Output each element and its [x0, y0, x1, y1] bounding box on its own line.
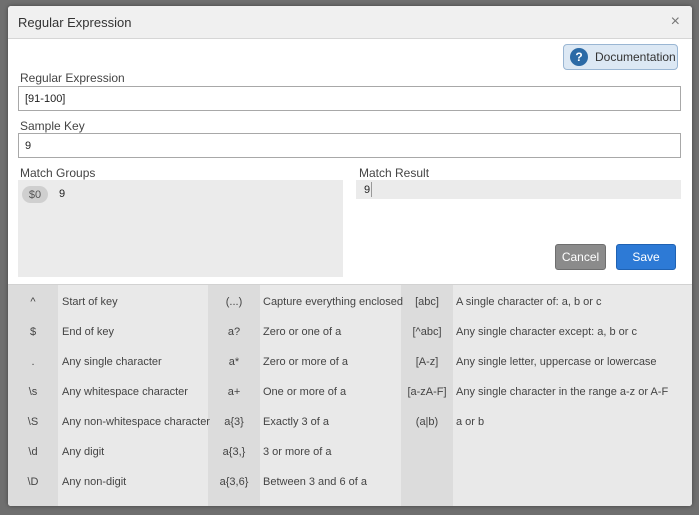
ref-symbol: \D	[27, 476, 39, 488]
sample-key-input[interactable]: 9	[18, 133, 681, 158]
regex-input[interactable]: [91-100]	[18, 86, 681, 111]
group-tag: $0	[22, 186, 48, 203]
ref-symbol: (...)	[225, 296, 243, 308]
ref-description: Any single character	[62, 356, 162, 368]
ref-description: Start of key	[62, 296, 118, 308]
ref-description: Any single letter, uppercase or lowercas…	[456, 356, 657, 368]
regex-label: Regular Expression	[20, 71, 125, 85]
ref-description: Capture everything enclosed	[263, 296, 404, 308]
ref-description: Any single character in the range a-z or…	[456, 386, 669, 398]
sample-key-label: Sample Key	[20, 119, 85, 133]
ref-symbol: \s	[28, 386, 38, 398]
match-result-value: 9	[364, 184, 371, 196]
ref-description: Any single character except: a, b or c	[456, 326, 637, 338]
ref-description: End of key	[62, 326, 114, 338]
ref-symbol: (a|b)	[415, 416, 439, 428]
ref-symbol: a+	[227, 386, 241, 398]
ref-symbol: [A-z]	[415, 356, 439, 368]
ref-symbol: .	[31, 356, 35, 368]
ref-symbol: [a-zA-F]	[407, 386, 447, 398]
ref-symbol: a?	[227, 326, 241, 338]
dialog-title: Regular Expression	[18, 15, 132, 30]
ref-symbol: \S	[27, 416, 39, 428]
ref-symbol: a{3}	[224, 416, 244, 428]
text-cursor	[371, 182, 372, 197]
ref-symbol: [abc]	[415, 296, 439, 308]
cancel-button[interactable]: Cancel	[555, 244, 606, 270]
save-button[interactable]: Save	[616, 244, 676, 270]
ref-description: Any non-whitespace character	[62, 416, 210, 428]
documentation-button[interactable]: ? Documentation	[563, 44, 678, 70]
close-icon[interactable]: ×	[671, 13, 680, 31]
help-icon: ?	[570, 48, 588, 66]
match-groups-label: Match Groups	[20, 166, 96, 180]
ref-symbol: a*	[228, 356, 240, 368]
ref-description: 3 or more of a	[263, 446, 332, 458]
ref-symbol: a{3,}	[222, 446, 246, 458]
documentation-label: Documentation	[595, 50, 676, 64]
regex-dialog: Regular Expression × ? Documentation Reg…	[8, 6, 692, 506]
ref-description: a or b	[456, 416, 485, 428]
match-groups-panel: $0 9	[18, 180, 343, 277]
ref-description: Any whitespace character	[62, 386, 188, 398]
ref-description: Any non-digit	[62, 476, 127, 488]
ref-description: Any digit	[62, 446, 105, 458]
group-value: 9	[59, 188, 66, 200]
ref-description: A single character of: a, b or c	[456, 296, 602, 308]
ref-description: Between 3 and 6 of a	[263, 476, 367, 488]
ref-symbol: a{3,6}	[219, 476, 249, 488]
ref-symbol: $	[29, 326, 37, 338]
ref-symbol: ^	[30, 296, 36, 308]
ref-symbol: \d	[28, 446, 38, 458]
regex-reference-table: ^ Start of key $ End of key. Any single char…	[8, 284, 692, 506]
ref-description: Zero or more of a	[263, 356, 348, 368]
ref-symbol: [^abc]	[412, 326, 442, 338]
ref-description: Exactly 3 of a	[263, 416, 330, 428]
match-result-panel: 9	[356, 180, 681, 199]
dialog-titlebar: Regular Expression ×	[8, 6, 692, 39]
ref-description: One or more of a	[263, 386, 347, 398]
match-result-label: Match Result	[359, 166, 430, 180]
ref-description: Zero or one of a	[263, 326, 342, 338]
